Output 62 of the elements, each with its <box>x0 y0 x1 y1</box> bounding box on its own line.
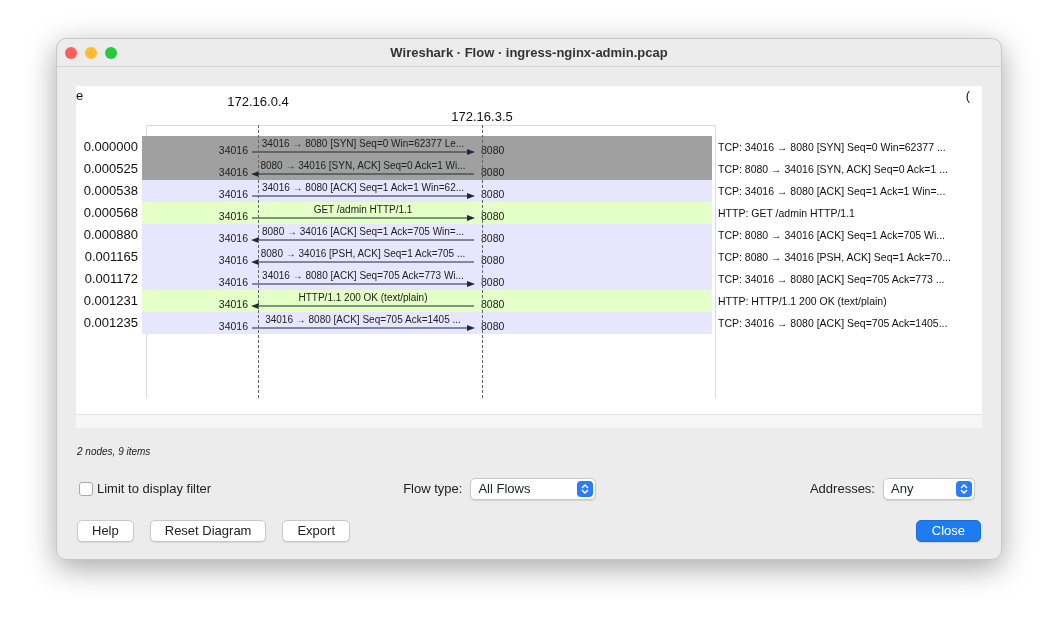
limit-checkbox[interactable] <box>79 482 93 496</box>
time-cell-text: 0.000568 <box>82 204 139 222</box>
time-cell-text: 0.001172 <box>83 270 139 288</box>
minimize-icon[interactable] <box>85 47 97 59</box>
stepper-icon <box>956 481 972 497</box>
port-label: 34016 <box>217 253 249 268</box>
comment-cell-text: TCP: 34016 → 8080 [ACK] Seq=705 Ack=1405... <box>717 316 948 331</box>
comment-cell-text: TCP: 34016 → 8080 [ACK] Seq=705 Ack=773 ... <box>717 272 945 287</box>
comment-cell-text: TCP: 8080 → 34016 [ACK] Seq=1 Ack=705 Wi... <box>717 228 946 243</box>
port-label: 8080 <box>480 319 505 334</box>
time-cell-text: 0.001165 <box>83 248 139 266</box>
time-cell-text: 0.000000 <box>82 138 139 156</box>
dialog-button[interactable]: Export <box>282 520 351 542</box>
checkbox-label: Limit to display filter <box>97 480 212 499</box>
dialog-button[interactable]: Close <box>915 520 981 542</box>
time-cell-text: 0.000880 <box>82 226 139 244</box>
addresses-label: Addresses: <box>809 480 875 499</box>
comment-cell-text: HTTP: HTTP/1.1 200 OK (text/plain) <box>717 294 887 309</box>
stepper-icon <box>577 481 594 497</box>
time-cell-text: 0.000538 <box>82 182 139 200</box>
window-title: Wireshark · Flow · ingress-nginx-admin.pcap <box>389 43 669 62</box>
comment-cell-text: TCP: 8080 → 34016 [SYN, ACK] Seq=0 Ack=1 ... <box>717 162 948 177</box>
flow-row[interactable]: 34016 34016 → 8080 [ACK] Seq=705 Ack=1405 ... 8080 <box>142 312 712 334</box>
time-cell-text: 0.001231 <box>82 292 139 310</box>
addresses-dropdown[interactable]: Any <box>883 478 975 500</box>
arrow-label: 34016 → 8080 [SYN] Seq=0 Win=62377 Le... <box>260 137 466 148</box>
port-label: 34016 <box>217 297 249 312</box>
close-icon[interactable] <box>65 47 77 59</box>
zoom-icon[interactable] <box>105 47 117 59</box>
comment-cell-text: HTTP: GET /admin HTTP/1.1 <box>717 206 855 221</box>
arrow-label: 34016 → 8080 [ACK] Seq=1 Ack=1 Win=62... <box>260 181 466 192</box>
port-label: 34016 <box>217 165 249 180</box>
port-label: 8080 <box>480 209 505 224</box>
status-text: 2 nodes, 9 items <box>77 446 151 457</box>
arrow-label: 8080 → 34016 [ACK] Seq=1 Ack=705 Win=... <box>260 225 466 236</box>
port-label: 34016 <box>217 187 249 202</box>
port-label: 34016 <box>217 275 249 290</box>
arrow-label: 8080 → 34016 [SYN, ACK] Seq=0 Ack=1 Wi... <box>259 159 467 170</box>
column-header: e <box>76 87 84 105</box>
arrow-label: 34016 → 8080 [ACK] Seq=705 Ack=1405 ... <box>264 313 462 324</box>
time-cell-text: 0.000525 <box>82 160 139 178</box>
horizontal-scrollbar[interactable] <box>76 414 982 428</box>
dialog-button[interactable]: Reset Diagram <box>149 520 267 542</box>
arrow-label: HTTP/1.1 200 OK (text/plain) <box>297 291 429 302</box>
port-label: 34016 <box>217 143 249 158</box>
port-label: 34016 <box>217 319 249 334</box>
port-label: 34016 <box>217 209 249 224</box>
comment-cell-text: TCP: 34016 → 8080 [SYN] Seq=0 Win=62377 ... <box>717 140 946 155</box>
dialog-button[interactable]: Help <box>77 520 134 542</box>
time-cell-text: 0.001235 <box>82 314 139 332</box>
flow-row[interactable]: 34016 GET /admin HTTP/1.1 8080 <box>142 202 712 224</box>
comment-cell-text: TCP: 8080 → 34016 [PSH, ACK] Seq=1 Ack=70... <box>717 250 951 265</box>
node-address: 172.16.0.4 <box>227 93 289 111</box>
node-address: 172.16.3.5 <box>451 108 513 126</box>
port-label: 34016 <box>217 231 249 246</box>
comment-cell-text: TCP: 34016 → 8080 [ACK] Seq=1 Ack=1 Win=... <box>717 184 946 199</box>
flow-type-label: Flow type: <box>403 480 463 499</box>
flow-type-dropdown[interactable]: All Flows <box>470 478 597 500</box>
arrow-label: 34016 → 8080 [ACK] Seq=705 Ack=773 Wi... <box>261 269 465 280</box>
arrow-label: 8080 → 34016 [PSH, ACK] Seq=1 Ack=705 ... <box>259 247 467 258</box>
column-header: ( <box>965 87 970 105</box>
arrow-label: GET /admin HTTP/1.1 <box>312 203 414 214</box>
